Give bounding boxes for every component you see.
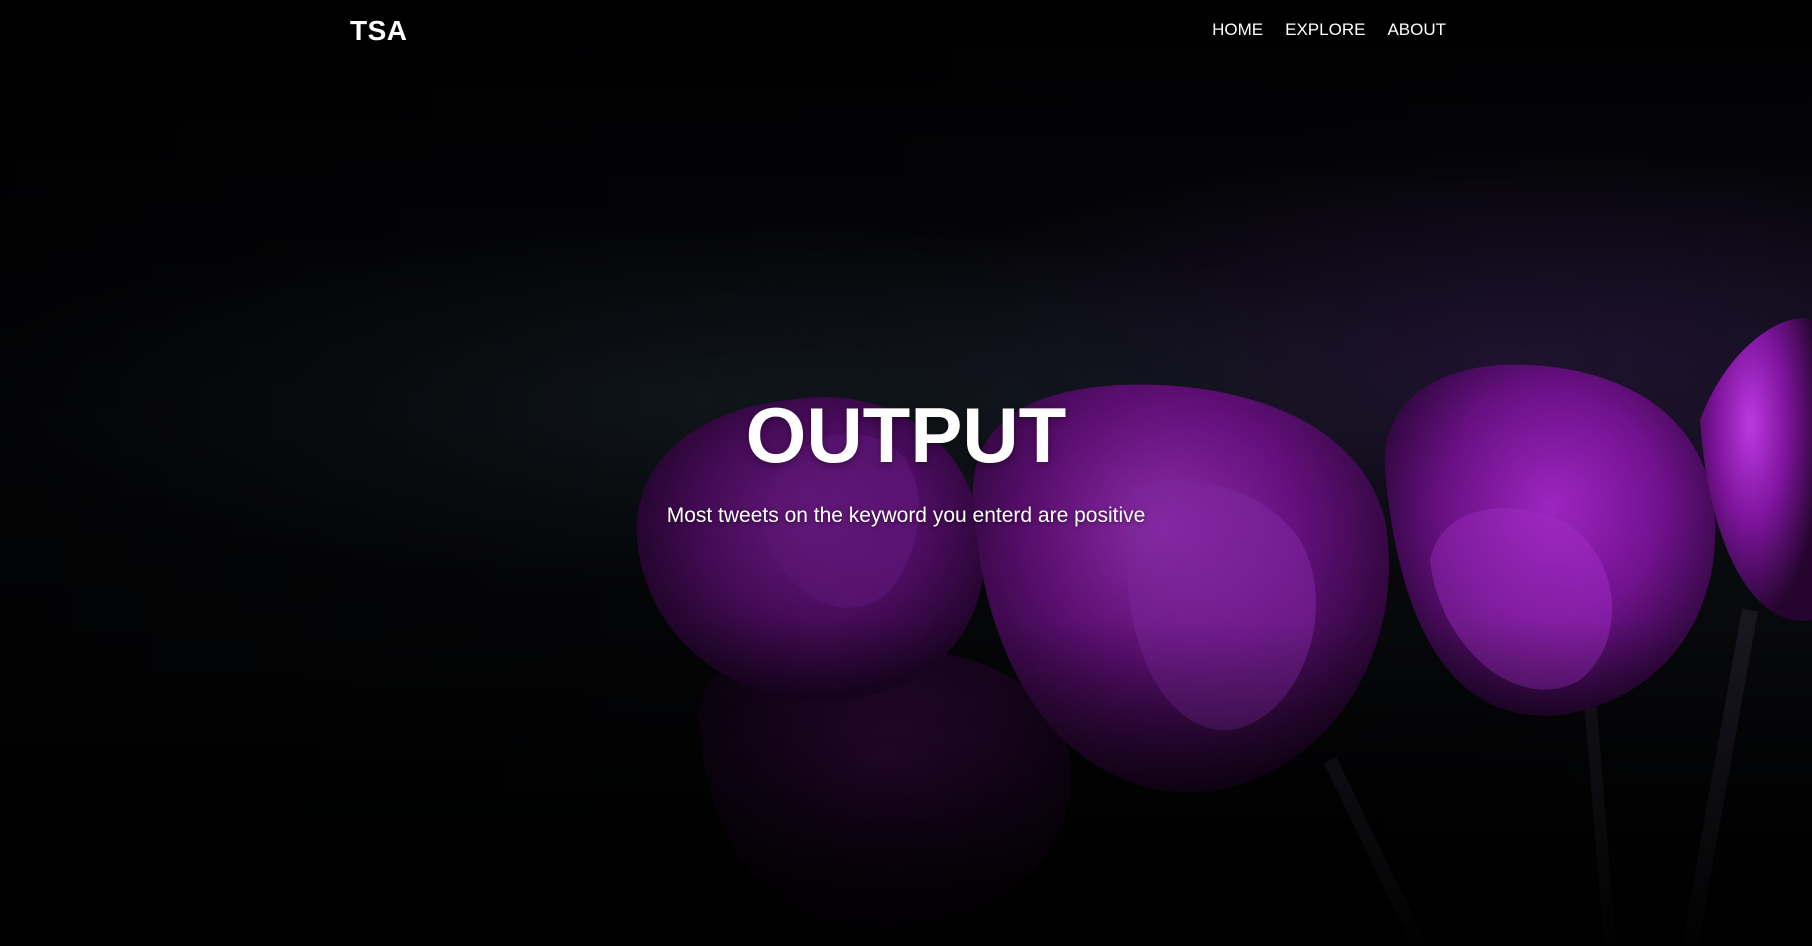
hero-title: OUTPUT: [745, 391, 1067, 479]
nav-links: HOME EXPLORE ABOUT: [1212, 20, 1446, 40]
nav-link-home[interactable]: HOME: [1212, 20, 1263, 40]
nav-link-explore[interactable]: EXPLORE: [1285, 20, 1365, 40]
page: TSA HOME EXPLORE ABOUT OUTPUT Most tweet…: [0, 0, 1812, 946]
navbar: TSA HOME EXPLORE ABOUT: [0, 0, 1812, 62]
brand-logo[interactable]: TSA: [350, 15, 408, 47]
hero-subtitle: Most tweets on the keyword you enterd ar…: [666, 504, 1146, 527]
hero-section: OUTPUT Most tweets on the keyword you en…: [0, 390, 1812, 530]
nav-link-about[interactable]: ABOUT: [1387, 20, 1446, 40]
